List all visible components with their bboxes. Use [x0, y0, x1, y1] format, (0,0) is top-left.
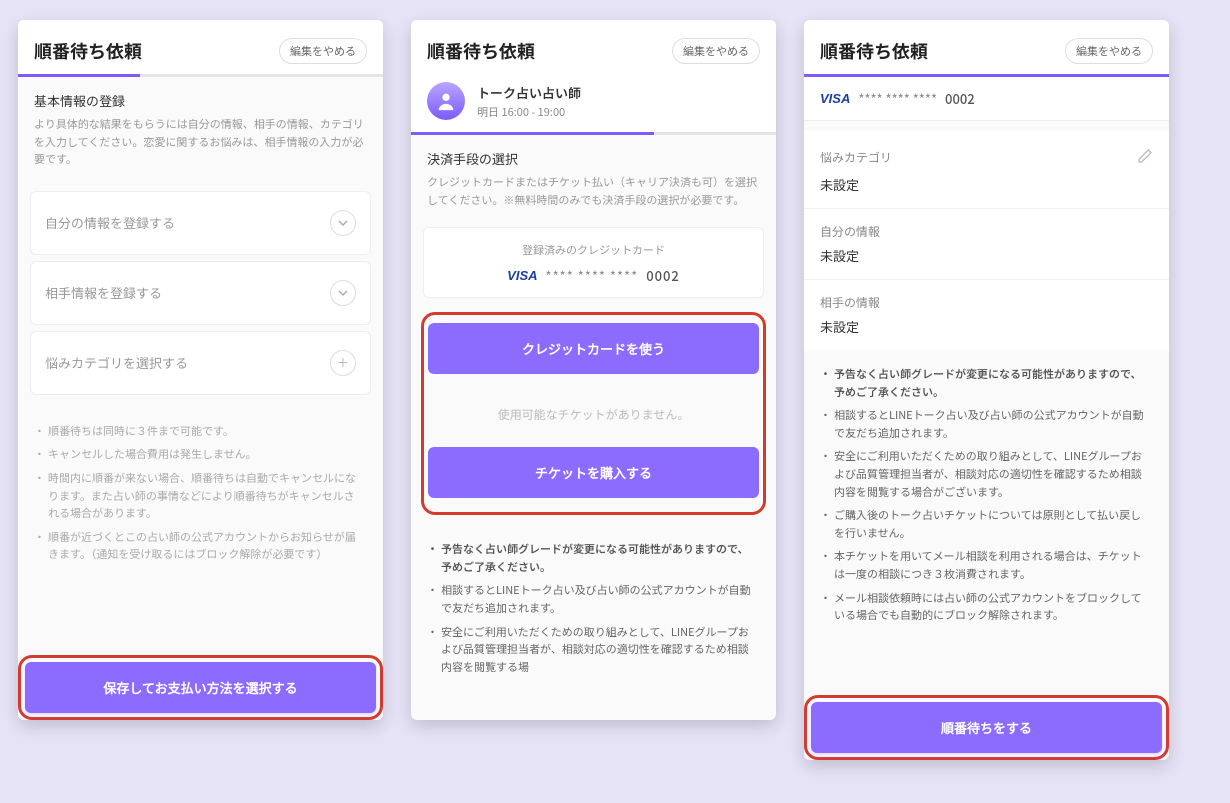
note-item: 相談するとLINEトーク占い及び占い師の公式アカウントが自動で友だち追加されます…	[431, 582, 756, 617]
no-ticket-note: 使用可能なチケットがありません。	[428, 384, 759, 443]
section-payment: 決済手段の選択 クレジットカードまたはチケット払い（キャリア決済も可）を選択して…	[411, 135, 776, 219]
chevron-down-icon	[330, 280, 356, 306]
card-mask: **** **** ****	[546, 266, 639, 285]
info-value: 未設定	[820, 317, 1153, 336]
info-label: 自分の情報	[820, 223, 1153, 240]
category-row[interactable]: 悩みカテゴリ 未設定	[804, 131, 1169, 209]
note-item: 順番が近づくとこの占い師の公式アカウントからお知らせが届きます。（通知を受け取る…	[38, 529, 363, 564]
edit-icon	[1137, 145, 1153, 169]
buy-ticket-button[interactable]: チケットを購入する	[428, 447, 759, 498]
register-partner-card[interactable]: 相手情報を登録する	[30, 261, 371, 325]
note-item: 本チケットを用いてメール相談を利用される場合は、チケットは一度の相談につき３枚消…	[824, 548, 1149, 583]
self-row[interactable]: 自分の情報 未設定	[804, 209, 1169, 280]
info-value: 未設定	[820, 175, 1153, 194]
header: 順番待ち依頼 編集をやめる	[18, 20, 383, 74]
note-item: 時間内に順番が来ない場合、順番待ちは自動でキャンセルになります。また占い師の事情…	[38, 470, 363, 523]
page-title: 順番待ち依頼	[427, 38, 535, 64]
card-brand: VISA	[507, 268, 537, 283]
registered-card-label: 登録済みのクレジットカード	[434, 242, 753, 258]
note-item: メール相談依頼時には占い師の公式アカウントをブロックしている場合でも自動的にブロ…	[824, 590, 1149, 625]
page-title: 順番待ち依頼	[820, 38, 928, 64]
info-label: 悩みカテゴリ	[820, 149, 892, 166]
notes-list: 予告なく占い師グレードが変更になる可能性がありますので、予めご了承ください。 相…	[804, 350, 1169, 641]
note-item: 安全にご利用いただくための取り組みとして、LINEグループおよび品質管理担当者が…	[824, 448, 1149, 501]
card-brand: VISA	[820, 91, 850, 106]
card-label: 悩みカテゴリを選択する	[45, 353, 188, 372]
note-item: 相談するとLINEトーク占い及び占い師の公式アカウントが自動で友だち追加されます…	[824, 407, 1149, 442]
section-desc: より具体的な結果をもらうには自分の情報、相手の情報、カテゴリを入力してください。…	[34, 116, 367, 169]
fortune-teller-row: トーク占い占い師 明日 16:00 - 19:00	[411, 74, 776, 132]
notes-list: 予告なく占い師グレードが変更になる可能性がありますので、予めご了承ください。 相…	[411, 525, 776, 692]
card-mask: **** **** ****	[858, 89, 937, 108]
card-last4: 0002	[646, 266, 680, 285]
partner-row[interactable]: 相手の情報 未設定	[804, 280, 1169, 350]
queue-submit-button[interactable]: 順番待ちをする	[811, 702, 1162, 753]
registered-card-box: 登録済みのクレジットカード VISA **** **** **** 0002	[423, 227, 764, 298]
avatar	[427, 82, 465, 120]
chevron-down-icon	[330, 210, 356, 236]
info-label: 相手の情報	[820, 294, 1153, 311]
info-value: 未設定	[820, 246, 1153, 265]
notes-list: 順番待ちは同時に３件まで可能です。 キャンセルした場合費用は発生しません。 時間…	[18, 407, 383, 580]
summary-block: 悩みカテゴリ 未設定 自分の情報 未設定 相手の情報 未設定	[804, 131, 1169, 350]
bottom-bar: 順番待ちをする	[804, 695, 1169, 760]
section-title: 決済手段の選択	[427, 149, 760, 168]
card-last4: 0002	[945, 89, 975, 108]
teller-name: トーク占い占い師	[477, 83, 581, 102]
section-title: 基本情報の登録	[34, 91, 367, 110]
note-item: 順番待ちは同時に３件まで可能です。	[38, 423, 363, 441]
cancel-edit-button[interactable]: 編集をやめる	[672, 38, 760, 64]
cancel-edit-button[interactable]: 編集をやめる	[1065, 38, 1153, 64]
bottom-bar: 保存してお支払い方法を選択する	[18, 655, 383, 720]
section-desc: クレジットカードまたはチケット払い（キャリア決済も可）を選択してください。※無料…	[427, 174, 760, 209]
plus-icon: ＋	[330, 350, 356, 376]
note-item: 予告なく占い師グレードが変更になる可能性がありますので、予めご了承ください。	[431, 541, 756, 576]
payment-buttons-group: クレジットカードを使う 使用可能なチケットがありません。 チケットを購入する	[421, 312, 766, 515]
note-item: キャンセルした場合費用は発生しません。	[38, 446, 363, 464]
card-label: 相手情報を登録する	[45, 283, 162, 302]
save-continue-button[interactable]: 保存してお支払い方法を選択する	[25, 662, 376, 713]
page-title: 順番待ち依頼	[34, 38, 142, 64]
screen-payment-select: 順番待ち依頼 編集をやめる トーク占い占い師 明日 16:00 - 19:00 …	[411, 20, 776, 720]
cancel-edit-button[interactable]: 編集をやめる	[279, 38, 367, 64]
selected-card-row[interactable]: VISA **** **** **** 0002	[804, 77, 1169, 121]
header: 順番待ち依頼 編集をやめる	[804, 20, 1169, 74]
note-item: 予告なく占い師グレードが変更になる可能性がありますので、予めご了承ください。	[824, 366, 1149, 401]
note-item: ご購入後のトーク占いチケットについては原則として払い戻しを行いません。	[824, 507, 1149, 542]
teller-time: 明日 16:00 - 19:00	[477, 104, 581, 120]
header: 順番待ち依頼 編集をやめる	[411, 20, 776, 74]
section-basic: 基本情報の登録 より具体的な結果をもらうには自分の情報、相手の情報、カテゴリを入…	[18, 77, 383, 179]
register-self-card[interactable]: 自分の情報を登録する	[30, 191, 371, 255]
screen-confirm: 順番待ち依頼 編集をやめる VISA **** **** **** 0002 悩…	[804, 20, 1169, 760]
use-credit-card-button[interactable]: クレジットカードを使う	[428, 323, 759, 374]
card-label: 自分の情報を登録する	[45, 213, 175, 232]
select-category-card[interactable]: 悩みカテゴリを選択する ＋	[30, 331, 371, 395]
note-item: 安全にご利用いただくための取り組みとして、LINEグループおよび品質管理担当者が…	[431, 624, 756, 677]
screen-basic-info: 順番待ち依頼 編集をやめる 基本情報の登録 より具体的な結果をもらうには自分の情…	[18, 20, 383, 720]
